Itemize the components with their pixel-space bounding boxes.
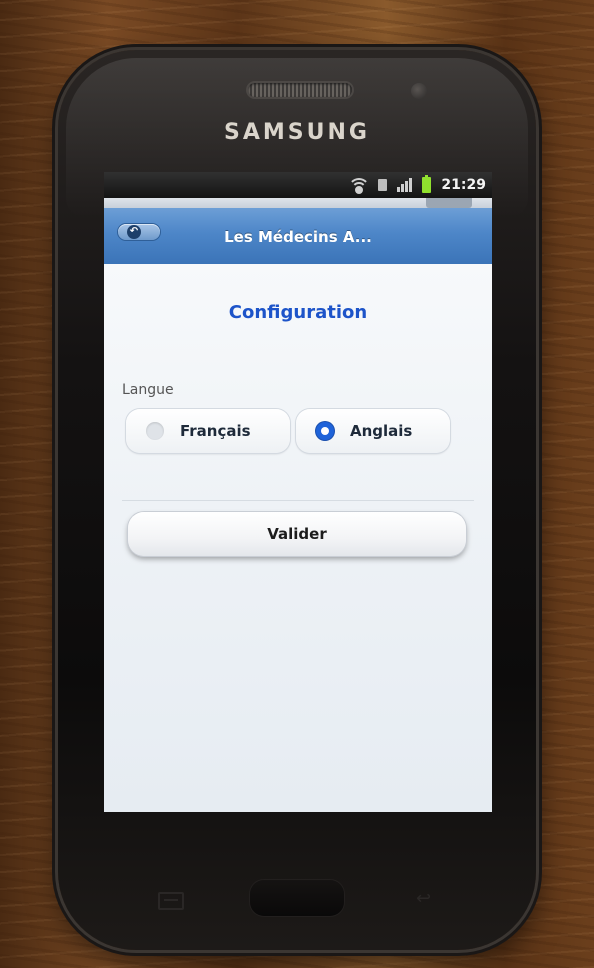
earpiece-speaker — [248, 83, 352, 97]
address-bar-tab — [426, 198, 472, 208]
back-key-icon[interactable]: ↩ — [416, 890, 438, 908]
radio-francais[interactable]: Français — [126, 409, 290, 453]
home-key[interactable] — [250, 880, 344, 916]
radio-anglais[interactable]: Anglais — [296, 409, 450, 453]
validate-button[interactable]: Valider — [128, 512, 466, 556]
phone-screen: 21:29 ↶ Les Médecins A... Configuration … — [104, 172, 492, 812]
sd-card-icon — [378, 179, 388, 191]
radio-unselected-indicator — [146, 422, 164, 440]
front-camera — [411, 83, 427, 99]
status-time: 21:29 — [441, 177, 486, 193]
radio-francais-label: Français — [180, 422, 251, 440]
battery-icon — [422, 175, 432, 193]
signal-icon — [397, 178, 413, 192]
phone-frame: SAMSUNG 21:29 ↶ Les Médecins A... Config… — [58, 50, 536, 950]
page-title: Configuration — [228, 302, 368, 323]
app-header: ↶ Les Médecins A... — [104, 208, 492, 265]
radio-anglais-label: Anglais — [350, 422, 413, 440]
validate-button-label: Valider — [267, 525, 327, 543]
browser-address-bar — [104, 198, 492, 208]
bottom-bezel: ↩ — [58, 820, 536, 940]
page-content: Configuration Langue Français Anglais Va… — [104, 264, 492, 812]
brand-logo: SAMSUNG — [224, 120, 370, 145]
status-bar: 21:29 — [104, 172, 492, 198]
divider — [122, 500, 474, 501]
header-title: Les Médecins A... — [224, 228, 372, 246]
wifi-icon — [348, 178, 371, 194]
language-label: Langue — [122, 382, 174, 398]
radio-selected-indicator — [316, 422, 334, 440]
menu-key-icon[interactable] — [158, 892, 184, 910]
